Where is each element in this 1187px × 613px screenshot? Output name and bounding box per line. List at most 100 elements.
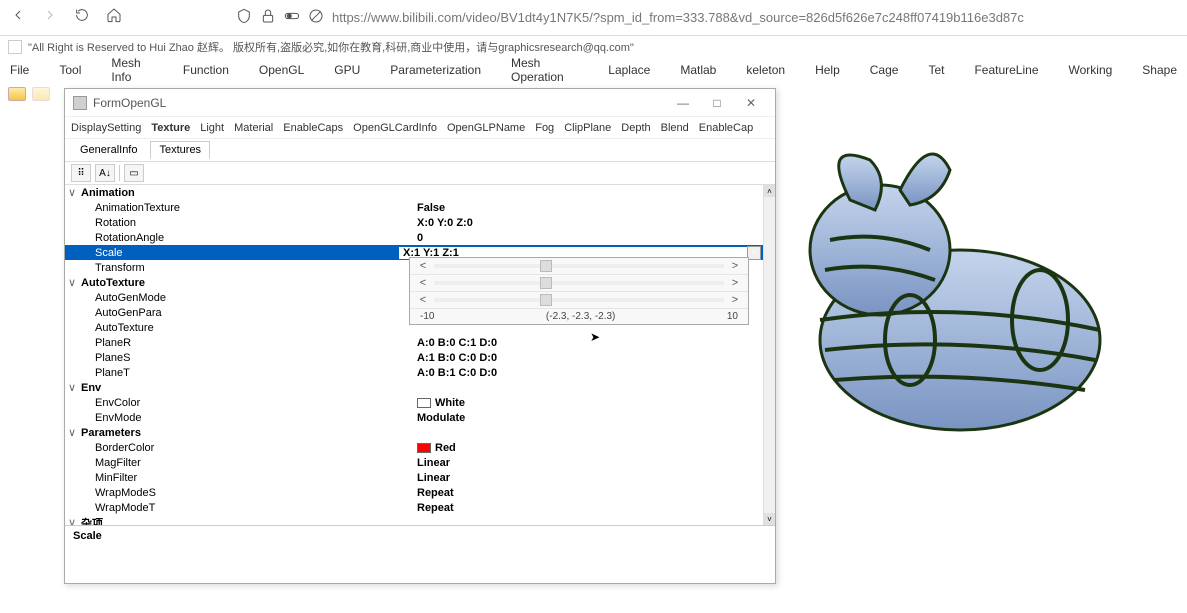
opengl-viewport[interactable]: [780, 140, 1160, 500]
scale-dropdown-button[interactable]: ˅: [747, 246, 761, 260]
folder-icon[interactable]: [8, 87, 26, 101]
menu-gpu[interactable]: GPU: [334, 63, 360, 77]
slider-z-track[interactable]: [434, 298, 724, 302]
form-menu: DisplaySetting Texture Light Material En…: [65, 117, 775, 139]
category-animation[interactable]: ∨ Animation: [65, 185, 775, 200]
address-bar[interactable]: https://www.bilibili.com/video/BV1dt4y1N…: [136, 8, 1177, 27]
slider-max-label: 10: [727, 311, 738, 322]
menu-tool[interactable]: Tool: [59, 63, 81, 77]
menu-blend[interactable]: Blend: [661, 122, 689, 134]
slider-right-arrow[interactable]: >: [728, 260, 742, 272]
page-icon: [8, 40, 22, 54]
propertypages-button[interactable]: ▭: [124, 164, 144, 182]
tab-textures[interactable]: Textures: [150, 141, 210, 159]
url-text: https://www.bilibili.com/video/BV1dt4y1N…: [332, 10, 1024, 25]
menu-cage[interactable]: Cage: [870, 63, 899, 77]
expander-icon[interactable]: ∨: [65, 186, 79, 199]
scroll-down-button[interactable]: ˅: [764, 513, 775, 525]
menu-function[interactable]: Function: [183, 63, 229, 77]
propgrid-scrollbar[interactable]: ˄ ˅: [763, 185, 775, 525]
minimize-button[interactable]: —: [667, 93, 699, 113]
prop-magfilter[interactable]: MagFilterLinear: [65, 455, 775, 470]
menu-parameterization[interactable]: Parameterization: [390, 63, 481, 77]
menu-mesh-info[interactable]: Mesh Info: [111, 56, 153, 84]
browser-toolbar: https://www.bilibili.com/video/BV1dt4y1N…: [0, 0, 1187, 36]
prop-rotation[interactable]: Rotation X:0 Y:0 Z:0: [65, 215, 775, 230]
slider-right-arrow[interactable]: >: [728, 294, 742, 306]
prop-planer[interactable]: PlaneRA:0 B:0 C:1 D:0: [65, 335, 775, 350]
menu-featureline[interactable]: FeatureLine: [974, 63, 1038, 77]
folder-icon-2[interactable]: [32, 87, 50, 101]
categorize-button[interactable]: ⠿: [71, 164, 91, 182]
forward-button[interactable]: [42, 7, 58, 28]
slider-x-track[interactable]: [434, 264, 724, 268]
prop-rotationangle[interactable]: RotationAngle 0: [65, 230, 775, 245]
expander-icon[interactable]: ∨: [65, 276, 79, 289]
menu-opengl[interactable]: OpenGL: [259, 63, 304, 77]
menu-skeleton[interactable]: keleton: [746, 63, 785, 77]
shield-icon: [236, 8, 252, 27]
home-button[interactable]: [106, 7, 122, 28]
menu-file[interactable]: File: [10, 63, 29, 77]
form-opengl-window: FormOpenGL — □ ✕ DisplaySetting Texture …: [64, 88, 776, 584]
expander-icon[interactable]: ∨: [65, 426, 79, 439]
maximize-button[interactable]: □: [701, 93, 733, 113]
slider-y-track[interactable]: [434, 281, 724, 285]
lock-icon: [260, 8, 276, 27]
slider-left-arrow[interactable]: <: [416, 294, 430, 306]
app-title-text: "All Right is Reserved to Hui Zhao 赵辉。 版…: [28, 39, 634, 55]
prop-wrapmodes[interactable]: WrapModeSRepeat: [65, 485, 775, 500]
menu-enablecap[interactable]: EnableCap: [699, 122, 753, 134]
close-button[interactable]: ✕: [735, 93, 767, 113]
menu-help[interactable]: Help: [815, 63, 840, 77]
prop-minfilter[interactable]: MinFilterLinear: [65, 470, 775, 485]
slider-x-thumb[interactable]: [540, 260, 552, 272]
slider-y-row[interactable]: < >: [410, 275, 748, 292]
menu-openglcardinfo[interactable]: OpenGLCardInfo: [353, 122, 437, 134]
prop-planet[interactable]: PlaneTA:0 B:1 C:0 D:0: [65, 365, 775, 380]
category-parameters[interactable]: ∨ Parameters: [65, 425, 775, 440]
reload-button[interactable]: [74, 7, 90, 28]
menu-shape[interactable]: Shape: [1142, 63, 1177, 77]
menu-light[interactable]: Light: [200, 122, 224, 134]
prop-wrapmodet[interactable]: WrapModeTRepeat: [65, 500, 775, 515]
menu-displaysetting[interactable]: DisplaySetting: [71, 122, 141, 134]
menu-material[interactable]: Material: [234, 122, 273, 134]
menu-openglpname[interactable]: OpenGLPName: [447, 122, 525, 134]
form-titlebar[interactable]: FormOpenGL — □ ✕: [65, 89, 775, 117]
prop-envmode[interactable]: EnvModeModulate: [65, 410, 775, 425]
menu-matlab[interactable]: Matlab: [680, 63, 716, 77]
menu-clipplane[interactable]: ClipPlane: [564, 122, 611, 134]
category-env[interactable]: ∨ Env: [65, 380, 775, 395]
toggle-icon: [284, 8, 300, 27]
slider-x-row[interactable]: < >: [410, 258, 748, 275]
slider-z-row[interactable]: < >: [410, 292, 748, 309]
tab-generalinfo[interactable]: GeneralInfo: [71, 141, 146, 159]
menu-working[interactable]: Working: [1069, 63, 1113, 77]
prop-envcolor[interactable]: EnvColorWhite: [65, 395, 775, 410]
expander-icon[interactable]: ∨: [65, 516, 79, 525]
prop-planes[interactable]: PlaneSA:1 B:0 C:0 D:0: [65, 350, 775, 365]
prop-bordercolor[interactable]: BorderColorRed: [65, 440, 775, 455]
slider-right-arrow[interactable]: >: [728, 277, 742, 289]
back-button[interactable]: [10, 7, 26, 28]
menu-depth[interactable]: Depth: [621, 122, 650, 134]
menu-tet[interactable]: Tet: [928, 63, 944, 77]
slider-z-thumb[interactable]: [540, 294, 552, 306]
category-misc[interactable]: ∨ 杂项: [65, 515, 775, 525]
propgrid-toolbar: ⠿ A↓ ▭: [65, 161, 775, 185]
scroll-up-button[interactable]: ˄: [764, 185, 775, 197]
menu-fog[interactable]: Fog: [535, 122, 554, 134]
prop-animationtexture[interactable]: AnimationTexture False: [65, 200, 775, 215]
slider-left-arrow[interactable]: <: [416, 277, 430, 289]
slider-range-labels: -10 (-2.3, -2.3, -2.3) 10: [410, 309, 748, 324]
slider-y-thumb[interactable]: [540, 277, 552, 289]
slider-left-arrow[interactable]: <: [416, 260, 430, 272]
menu-laplace[interactable]: Laplace: [608, 63, 650, 77]
alphabetize-button[interactable]: A↓: [95, 164, 115, 182]
menu-mesh-operation[interactable]: Mesh Operation: [511, 56, 578, 84]
menu-texture[interactable]: Texture: [151, 122, 190, 134]
menu-enablecaps[interactable]: EnableCaps: [283, 122, 343, 134]
property-grid[interactable]: ∨ Animation AnimationTexture False Rotat…: [65, 185, 775, 525]
expander-icon[interactable]: ∨: [65, 381, 79, 394]
